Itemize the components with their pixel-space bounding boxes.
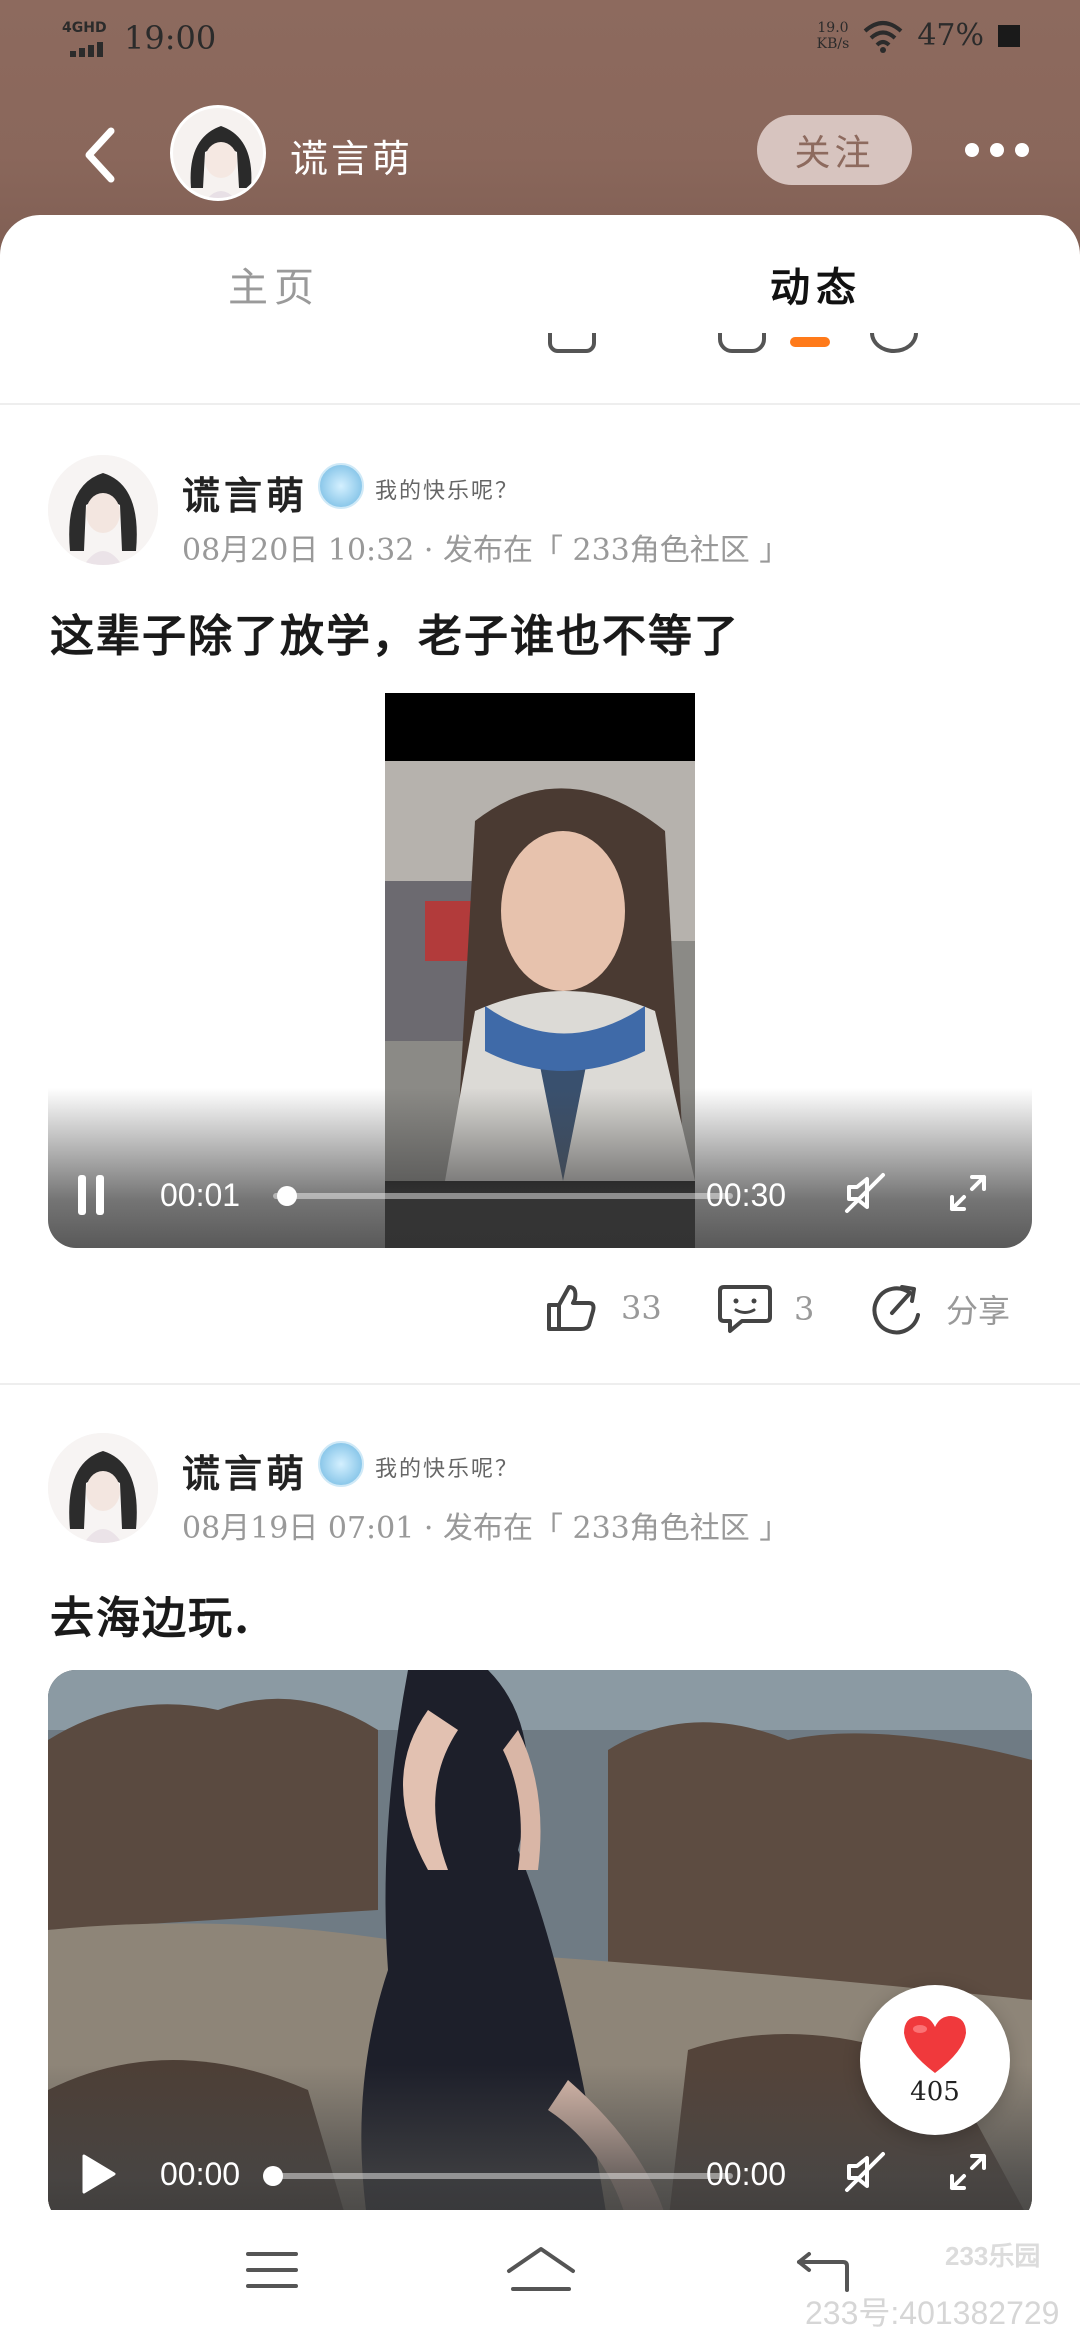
comment-button[interactable]: 3 <box>718 1283 814 1335</box>
profile-nav-bar: 谎言萌 关注 <box>0 100 1080 210</box>
floating-like-count: 405 <box>910 2077 960 2107</box>
back-button[interactable] <box>70 120 130 190</box>
post-author-avatar[interactable] <box>48 455 158 565</box>
post-meta: 08月20日 10:32 · 发布在「 233角色社区 」 <box>182 533 790 568</box>
badge-avatar-icon <box>318 463 364 509</box>
video-progress-handle[interactable] <box>276 1186 297 1206</box>
home-icon[interactable] <box>505 2245 577 2293</box>
more-icon[interactable] <box>965 128 1029 172</box>
battery-icon <box>998 24 1020 47</box>
wifi-icon <box>863 20 903 53</box>
post-actions: 33 3 分享 <box>0 1283 1080 1363</box>
avatar-illustration <box>48 1433 158 1543</box>
share-icon <box>872 1285 920 1335</box>
badge-avatar-icon <box>318 1441 364 1487</box>
post-meta: 08月19日 07:01 · 发布在「 233角色社区 」 <box>182 1511 790 1546</box>
scrolled-action-row-remnant <box>0 333 1080 363</box>
video-player[interactable]: 00:01 00:30 <box>48 693 1032 1248</box>
comment-icon <box>718 1285 772 1333</box>
battery-percent: 47% <box>917 18 984 53</box>
divider <box>0 1383 1080 1385</box>
profile-avatar[interactable] <box>170 105 266 201</box>
pause-icon[interactable] <box>78 1175 106 1215</box>
video-current-time: 00:01 <box>160 1177 241 1213</box>
post-text: 去海边玩. <box>50 1593 252 1644</box>
video-progress-bar[interactable] <box>273 1193 733 1199</box>
post-author-name[interactable]: 谎言萌 <box>182 465 308 520</box>
watermark-logo: 233乐园 <box>945 2241 1041 2271</box>
share-label: 分享 <box>946 1292 1011 1330</box>
video-progress-handle[interactable] <box>263 2166 283 2186</box>
tab-posts[interactable]: 动态 <box>770 255 862 313</box>
post-card: 谎言萌 我的快乐呢？ 08月19日 07:01 · 发布在「 233角色社区 」 <box>0 1433 1080 1583</box>
thumbs-up-icon <box>547 1285 596 1331</box>
share-button[interactable]: 分享 <box>870 1283 1010 1335</box>
profile-name: 谎言萌 <box>290 137 414 181</box>
network-type: 4GHD <box>62 20 107 36</box>
video-current-time: 00:00 <box>160 2156 241 2192</box>
tab-home[interactable]: 主页 <box>228 255 320 313</box>
avatar-illustration <box>48 455 158 565</box>
menu-icon[interactable] <box>246 2250 298 2290</box>
divider <box>0 403 1080 405</box>
post-text: 这辈子除了放学，老子谁也不等了 <box>50 611 740 662</box>
watermark-text: 233号:401382729 <box>805 2295 1060 2331</box>
video-controls <box>48 1088 1032 1248</box>
signal-icon: 4GHD <box>62 18 114 58</box>
avatar-illustration <box>173 108 263 198</box>
status-bar: 4GHD 19:00 19.0 KB/s 47% <box>0 0 1080 80</box>
follow-button[interactable]: 关注 <box>757 115 912 185</box>
post-badge-text: 我的快乐呢？ <box>375 1457 520 1482</box>
post-badge-text: 我的快乐呢？ <box>375 479 520 504</box>
mute-icon[interactable] <box>843 1171 887 1215</box>
video-duration: 00:00 <box>706 2156 787 2192</box>
mute-icon[interactable] <box>843 2150 887 2194</box>
like-count: 33 <box>621 1289 662 1327</box>
like-button[interactable]: 33 <box>545 1283 662 1333</box>
play-icon[interactable] <box>80 2154 116 2194</box>
heart-icon <box>904 2016 966 2073</box>
profile-tabs: 主页 动态 <box>0 215 1080 347</box>
video-progress-bar[interactable] <box>273 2173 733 2179</box>
fullscreen-icon[interactable] <box>948 1173 988 1213</box>
video-player[interactable]: 00:00 00:00 <box>48 1670 1032 2225</box>
comment-count: 3 <box>794 1290 815 1328</box>
floating-like-button[interactable]: 405 <box>860 1985 1010 2135</box>
video-duration: 00:30 <box>706 1177 787 1213</box>
fullscreen-icon[interactable] <box>948 2152 988 2192</box>
network-speed: 19.0 KB/s <box>816 19 850 52</box>
post-author-name[interactable]: 谎言萌 <box>182 1443 308 1498</box>
status-time: 19:00 <box>124 19 217 57</box>
post-author-avatar[interactable] <box>48 1433 158 1543</box>
chevron-left-icon <box>85 127 115 183</box>
